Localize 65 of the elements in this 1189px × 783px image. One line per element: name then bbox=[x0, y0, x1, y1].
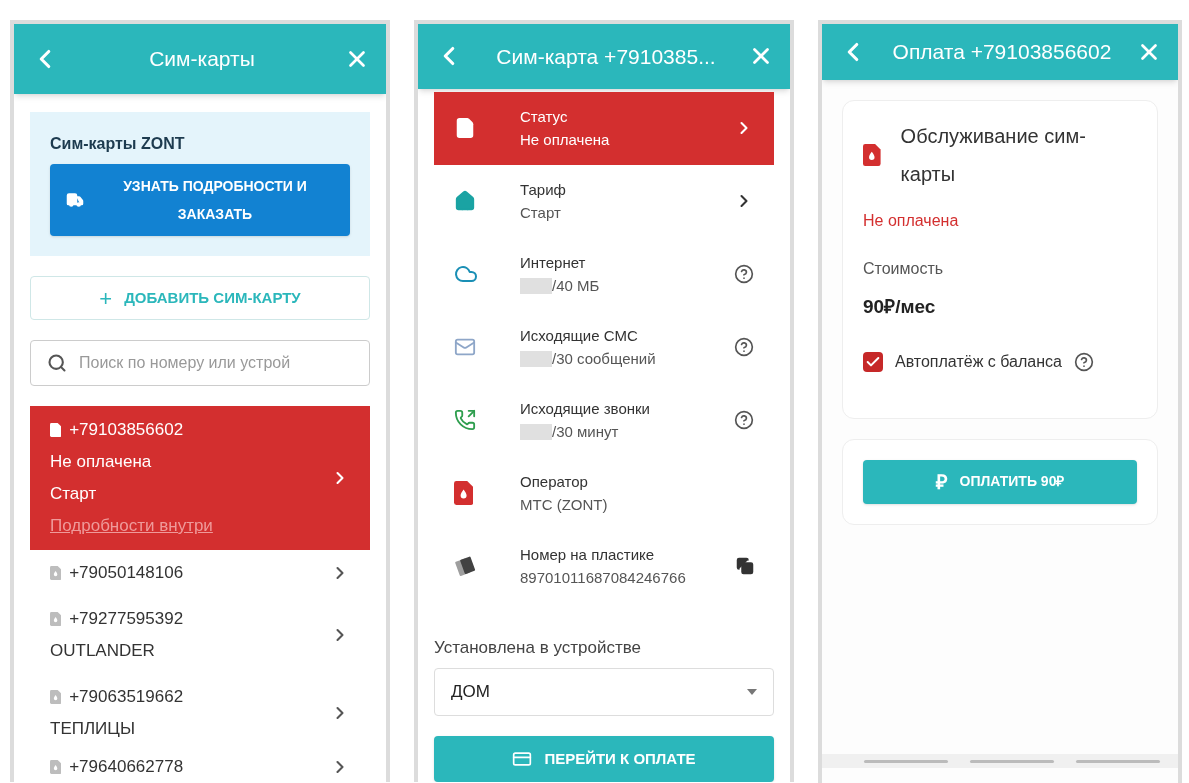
autopay-label: Автоплатёж с баланса bbox=[895, 351, 1062, 372]
sim-detail-text: ТЕПЛИЦЫ bbox=[50, 718, 136, 740]
sim-list-item[interactable]: +79640662778 bbox=[30, 752, 370, 782]
sim-card-icon bbox=[50, 423, 62, 437]
sim-detail-text: Не оплачена bbox=[50, 451, 153, 473]
credit-card-icon bbox=[512, 749, 533, 769]
detail-value: /40 МБ bbox=[552, 276, 600, 296]
sim-number: +79063519662 bbox=[69, 686, 184, 708]
status-row[interactable]: Статус Не оплачена bbox=[434, 91, 774, 165]
search-box[interactable]: Поиск по номеру или устрой bbox=[30, 340, 370, 386]
sim-card-icon bbox=[454, 481, 474, 505]
truck-icon bbox=[66, 191, 84, 209]
device-label: Установлена в устройстве bbox=[434, 636, 642, 659]
sim-card-icon bbox=[50, 612, 62, 626]
sim-list-item[interactable]: +79103856602 Не оплачена Старт Подробности внутри bbox=[30, 406, 370, 550]
detail-label: Тариф bbox=[520, 180, 567, 200]
sim-list-item[interactable]: +79063519662 ТЕПЛИЦЫ bbox=[30, 674, 370, 752]
promo-title: Сим-карты ZONT bbox=[50, 134, 186, 154]
help-icon[interactable] bbox=[734, 410, 754, 430]
search-icon bbox=[47, 353, 67, 373]
sim-detail-text: OUTLANDER bbox=[50, 640, 156, 662]
header-title: Сим-карты bbox=[149, 46, 255, 73]
sim-number: +79050148106 bbox=[69, 562, 184, 584]
mail-icon bbox=[454, 336, 476, 358]
sim-card-icon bbox=[50, 760, 62, 774]
home-icon bbox=[454, 190, 476, 212]
sim-number: +79103856602 bbox=[69, 419, 184, 441]
sim-list-item[interactable]: +79277595392 OUTLANDER bbox=[30, 596, 370, 674]
detail-label: Номер на пластике bbox=[520, 545, 656, 565]
detail-value: МТС (ZONT) bbox=[520, 495, 608, 515]
sim-detail-text: Старт bbox=[50, 483, 98, 505]
detail-label: Исходящие звонки bbox=[520, 399, 651, 419]
sim-card-icon bbox=[863, 144, 881, 166]
device-select[interactable]: ДОМ bbox=[434, 668, 774, 716]
payment-status: Не оплачена bbox=[863, 211, 960, 231]
help-icon[interactable] bbox=[1073, 351, 1094, 372]
copy-icon[interactable] bbox=[736, 557, 754, 575]
dropdown-caret-icon bbox=[747, 689, 757, 695]
sim-card-icon bbox=[50, 566, 62, 580]
detail-value: /30 минут bbox=[552, 422, 619, 442]
sim-card-icon bbox=[50, 690, 62, 704]
sim-list-item[interactable]: +79050148106 bbox=[30, 550, 370, 596]
detail-label: Статус bbox=[520, 107, 569, 127]
sim-number: +79277595392 bbox=[69, 608, 184, 630]
autopay-checkbox[interactable] bbox=[863, 351, 883, 372]
service-title: Обслуживание сим-карты bbox=[900, 124, 1087, 187]
detail-label: Оператор bbox=[520, 472, 589, 492]
cost-value: 90₽/мес bbox=[863, 295, 937, 319]
detail-value: 89701011687084246766 bbox=[520, 568, 686, 588]
phone-outgoing-icon bbox=[454, 409, 476, 431]
detail-value: Не оплачена bbox=[520, 130, 610, 150]
cost-label: Стоимость bbox=[863, 259, 945, 279]
help-icon[interactable] bbox=[734, 337, 754, 357]
header-title: Сим-карта +7910385... bbox=[496, 43, 716, 70]
help-icon[interactable] bbox=[734, 264, 754, 284]
header-title: Оплата +79103856602 bbox=[892, 39, 1112, 66]
detail-label: Интернет bbox=[520, 253, 587, 273]
detail-label: Исходящие СМС bbox=[520, 326, 639, 346]
document-icon bbox=[454, 117, 476, 139]
detail-value: Старт bbox=[520, 203, 561, 223]
search-field[interactable]: Поиск по номеру или устрой bbox=[79, 351, 353, 375]
detail-value: /30 сообщений bbox=[552, 349, 656, 369]
sim-number: +79640662778 bbox=[69, 756, 184, 778]
order-button[interactable]: УЗНАТЬ ПОДРОБНОСТИ И ЗАКАЗАТЬ bbox=[50, 164, 350, 236]
cards-icon bbox=[454, 555, 476, 577]
